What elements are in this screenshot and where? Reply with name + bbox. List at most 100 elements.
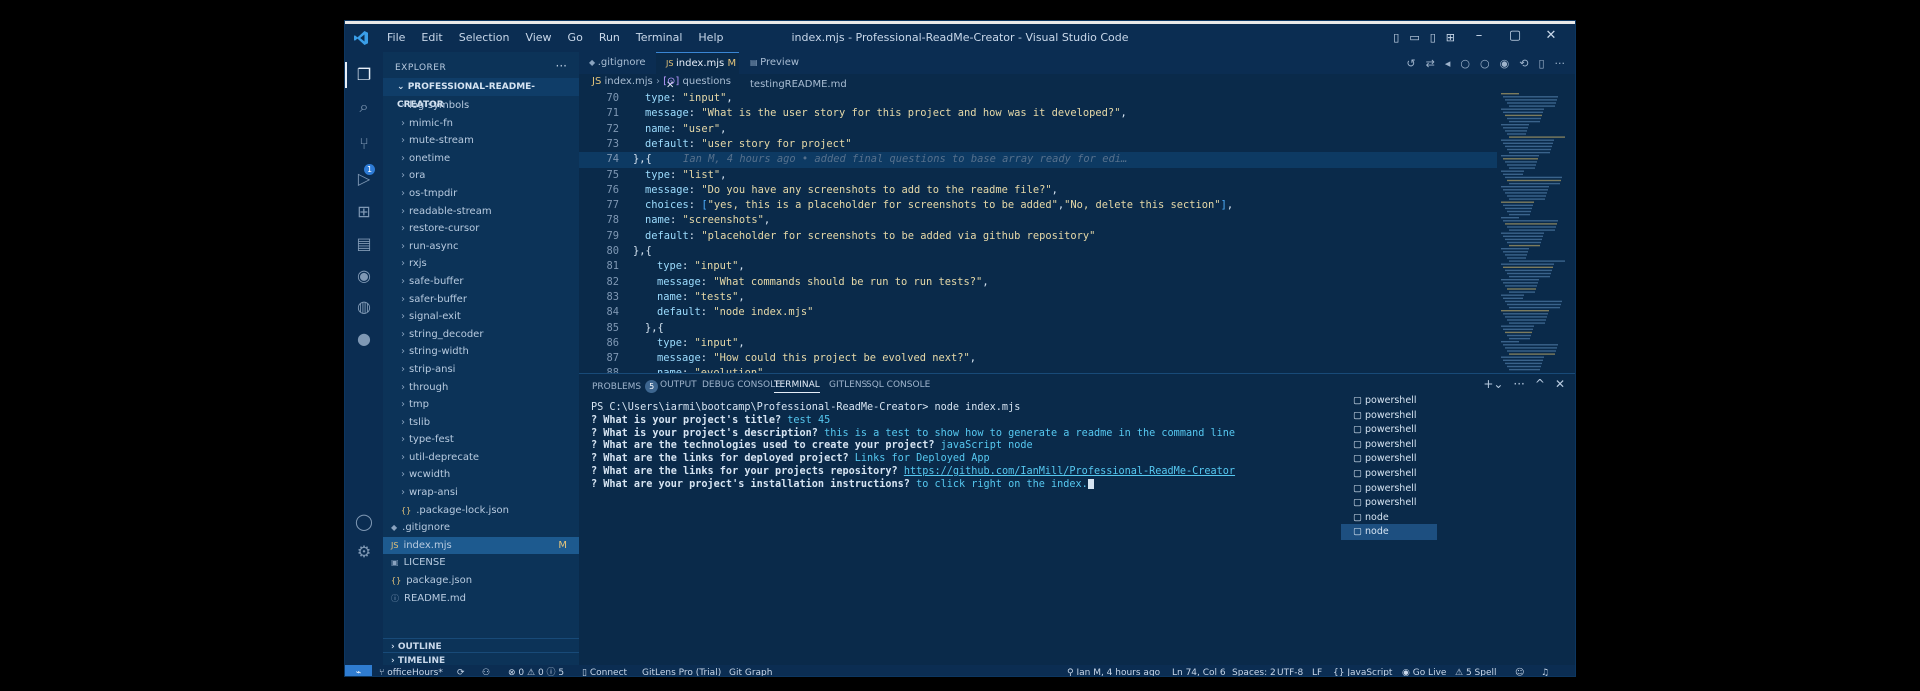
terminal-instance[interactable]: ▢ powershell — [1353, 466, 1425, 482]
breadcrumb-file[interactable]: index.mjs — [604, 76, 652, 87]
go-live-status[interactable]: ◉ Go Live — [1402, 665, 1446, 676]
search-icon[interactable]: ⌕ — [354, 97, 374, 117]
line-endings[interactable]: LF — [1312, 665, 1322, 676]
tree-folder[interactable]: › safer-buffer — [383, 291, 579, 309]
remote-icon[interactable]: ⌁ — [345, 665, 372, 676]
panel-tab-terminal[interactable]: TERMINAL — [774, 380, 820, 393]
tree-folder[interactable]: › readable-stream — [383, 203, 579, 221]
spell-status[interactable]: ⚠ 5 Spell — [1455, 665, 1497, 676]
menu-run[interactable]: Run — [591, 31, 628, 44]
tree-folder[interactable]: › wrap-ansi — [383, 484, 579, 502]
git-next-icon[interactable]: ○ — [1460, 57, 1470, 70]
toggle-panel-icon[interactable]: ▭ — [1409, 31, 1419, 44]
terminal-instance[interactable]: ▢ powershell — [1353, 408, 1425, 424]
menu-help[interactable]: Help — [690, 31, 731, 44]
maximize-icon[interactable]: ▢ — [1497, 28, 1533, 43]
menu-terminal[interactable]: Terminal — [628, 31, 691, 44]
tree-file[interactable]: JS index.mjs M — [383, 536, 579, 555]
notifications-icon[interactable]: ♫ — [1541, 665, 1549, 676]
tree-folder[interactable]: › string-width — [383, 343, 579, 361]
open-changes-icon[interactable]: ○ — [1480, 57, 1490, 70]
tree-folder[interactable]: › run-async — [383, 238, 579, 256]
live-share-icon[interactable]: ⚇ — [482, 665, 490, 676]
terminal-instance[interactable]: ▢ powershell — [1353, 451, 1425, 467]
tree-file[interactable]: ▣ LICENSE — [383, 554, 579, 572]
github-icon[interactable]: ● — [354, 329, 374, 349]
tree-folder[interactable]: › tslib — [383, 414, 579, 432]
tree-folder[interactable]: › log-symbols — [383, 97, 579, 115]
revert-icon[interactable]: ⟲ — [1519, 57, 1528, 70]
language-mode[interactable]: {} JavaScript — [1333, 665, 1392, 676]
breadcrumb-symbol[interactable]: questions — [683, 76, 731, 87]
tree-folder[interactable]: › tmp — [383, 396, 579, 414]
terminal-instance[interactable]: ▢ powershell — [1353, 422, 1425, 438]
tree-folder[interactable]: › rxjs — [383, 255, 579, 273]
tree-folder[interactable]: › onetime — [383, 150, 579, 168]
toggle-secondary-sidebar-icon[interactable]: ▯ — [1430, 31, 1436, 44]
tree-folder[interactable]: › safe-buffer — [383, 273, 579, 291]
terminal-link[interactable]: https://github.com/IanMill/Professional-… — [904, 466, 1235, 477]
code-editor[interactable]: 70 type: "input", 71 message: "What is the … — [579, 90, 1497, 373]
menu-go[interactable]: Go — [560, 31, 591, 44]
editor-tab[interactable]: ▤ Preview testingREADME.md — [740, 52, 885, 90]
tree-folder[interactable]: › strip-ansi — [383, 361, 579, 379]
panel-tab-sql-console[interactable]: SQL CONSOLE — [866, 380, 930, 390]
tree-file[interactable]: ⓘ README.md — [383, 590, 579, 608]
tree-folder[interactable]: › os-tmpdir — [383, 185, 579, 203]
tree-folder[interactable]: › util-deprecate — [383, 449, 579, 467]
extensions-icon[interactable]: ⊞ — [354, 202, 374, 222]
blame-status[interactable]: ⚲ Ian M, 4 hours ago — [1067, 665, 1160, 676]
toggle-sidebar-icon[interactable]: ▯ — [1393, 31, 1399, 44]
tree-file[interactable]: {} .package-lock.json — [383, 502, 579, 520]
indentation[interactable]: Spaces: 2 — [1232, 665, 1276, 676]
feedback-icon[interactable]: ☺ — [1515, 665, 1524, 676]
tree-file[interactable]: {} package.json — [383, 572, 579, 590]
terminal-instance[interactable]: ▢ powershell — [1353, 393, 1425, 409]
problems-status[interactable]: ⊗ 0 ⚠ 0 ⓘ 5 — [508, 665, 564, 676]
terminal-instance[interactable]: ▢ powershell — [1353, 495, 1425, 511]
menu-view[interactable]: View — [517, 31, 559, 44]
tree-folder[interactable]: › restore-cursor — [383, 220, 579, 238]
editor-tab[interactable]: JS index.mjs M ✕ — [656, 52, 739, 91]
gitlens-status[interactable]: GitLens Pro (Trial) — [642, 665, 721, 676]
gitlens-icon[interactable]: ◉ — [354, 266, 374, 286]
tree-folder[interactable]: › mimic-fn — [383, 115, 579, 133]
project-folder-header[interactable]: ⌄ PROFESSIONAL-README-CREATOR — [383, 78, 579, 110]
tree-folder[interactable]: › ora — [383, 167, 579, 185]
panel-tab-debug-console[interactable]: DEBUG CONSOLE — [702, 380, 781, 390]
tree-folder[interactable]: › signal-exit — [383, 308, 579, 326]
minimap[interactable] — [1497, 90, 1575, 373]
branch-status[interactable]: ⑂ officeHours* — [379, 665, 443, 676]
close-icon[interactable]: ✕ — [1533, 28, 1569, 43]
panel-tab-problems[interactable]: PROBLEMS 5 — [592, 380, 659, 393]
git-graph-status[interactable]: Git Graph — [729, 665, 772, 676]
tree-folder[interactable]: › mute-stream — [383, 132, 579, 150]
git-previous-icon[interactable]: ◂ — [1445, 57, 1451, 70]
terminal-instance[interactable]: ▢ powershell — [1353, 481, 1425, 497]
more-actions-icon[interactable]: ··· — [556, 59, 567, 73]
minimize-icon[interactable]: – — [1461, 28, 1497, 43]
tree-file[interactable]: ◆ .gitignore — [383, 519, 579, 537]
terminal-instance[interactable]: ▢ node — [1353, 510, 1425, 526]
account-icon[interactable]: ◯ — [354, 512, 374, 532]
tree-folder[interactable]: › type-fest — [383, 431, 579, 449]
source-control-icon[interactable]: ⑂ — [354, 134, 374, 154]
menu-selection[interactable]: Selection — [451, 31, 518, 44]
encoding[interactable]: UTF-8 — [1277, 665, 1303, 676]
cursor-position[interactable]: Ln 74, Col 6 — [1172, 665, 1226, 676]
database-icon[interactable]: ◍ — [354, 297, 374, 317]
tree-folder[interactable]: › through — [383, 379, 579, 397]
compare-icon[interactable]: ⇄ — [1426, 57, 1435, 70]
terminal-output[interactable]: PS C:\Users\iarmi\bootcamp\Professional-… — [591, 402, 1331, 492]
terminal-instance[interactable]: ▢ node — [1341, 524, 1437, 541]
panel-tab-gitlens[interactable]: GITLENS — [829, 380, 867, 390]
customize-layout-icon[interactable]: ⊞ — [1446, 31, 1455, 44]
history-icon[interactable]: ↺ — [1406, 57, 1415, 70]
panel-tab-output[interactable]: OUTPUT — [660, 380, 697, 390]
editor-more-icon[interactable]: ··· — [1555, 57, 1566, 70]
tree-folder[interactable]: › string_decoder — [383, 326, 579, 344]
run-debug-icon[interactable]: ▷ — [354, 169, 374, 189]
menu-file[interactable]: File — [379, 31, 413, 44]
explorer-icon[interactable]: ❐ — [354, 65, 374, 85]
terminal-instance[interactable]: ▢ powershell — [1353, 437, 1425, 453]
